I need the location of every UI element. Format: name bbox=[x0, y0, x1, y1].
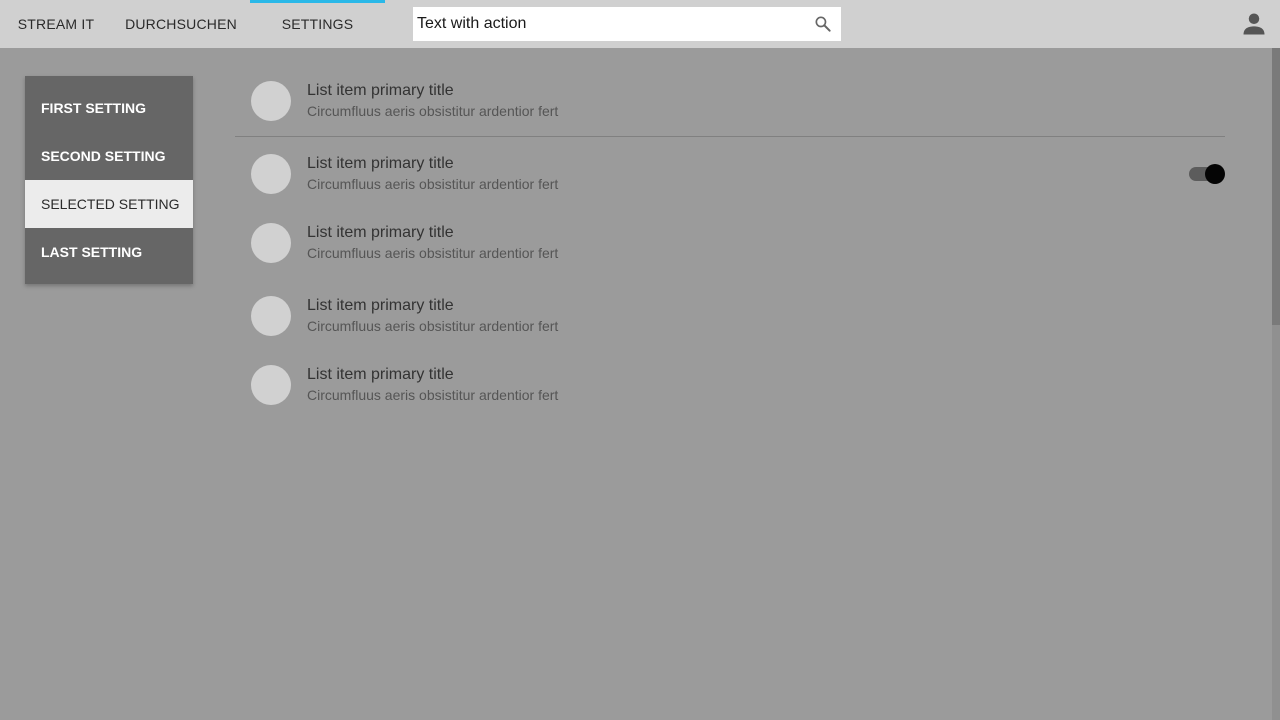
avatar bbox=[251, 223, 291, 263]
list-item[interactable]: List item primary title Circumfluus aeri… bbox=[235, 350, 1225, 420]
avatar bbox=[251, 365, 291, 405]
list-item-subtitle: Circumfluus aeris obsistitur ardentior f… bbox=[307, 318, 559, 334]
toggle-thumb bbox=[1205, 164, 1225, 184]
menu-item-label: SELECTED SETTING bbox=[41, 196, 180, 212]
vertical-scrollbar[interactable] bbox=[1272, 48, 1280, 720]
search-icon[interactable] bbox=[813, 14, 833, 34]
settings-menu: FIRST SETTING SECOND SETTING SELECTED SE… bbox=[25, 76, 193, 284]
menu-item-label: LAST SETTING bbox=[41, 244, 143, 260]
tab-label: SETTINGS bbox=[281, 16, 354, 32]
list-item-title: List item primary title bbox=[307, 155, 454, 172]
list-item-subtitle: Circumfluus aeris obsistitur ardentior f… bbox=[307, 387, 559, 403]
list-item[interactable]: List item primary title Circumfluus aeri… bbox=[235, 66, 1225, 137]
scrollbar-thumb[interactable] bbox=[1272, 48, 1280, 325]
menu-item-last-setting[interactable]: LAST SETTING bbox=[25, 228, 193, 276]
tab-durchsuchen[interactable]: DURCHSUCHEN bbox=[112, 0, 250, 48]
tab-label: STREAM IT bbox=[17, 16, 95, 32]
list-item-subtitle: Circumfluus aeris obsistitur ardentior f… bbox=[307, 176, 559, 192]
toggle-switch[interactable] bbox=[1187, 164, 1225, 184]
avatar bbox=[251, 81, 291, 121]
search-input[interactable] bbox=[413, 7, 803, 41]
divider bbox=[235, 136, 1225, 137]
list-item-subtitle: Circumfluus aeris obsistitur ardentior f… bbox=[307, 245, 559, 261]
list-item[interactable]: List item primary title Circumfluus aeri… bbox=[235, 208, 1225, 278]
menu-item-label: SECOND SETTING bbox=[41, 148, 166, 164]
list-item-title: List item primary title bbox=[307, 224, 454, 241]
avatar bbox=[251, 154, 291, 194]
tab-settings[interactable]: SETTINGS bbox=[250, 0, 385, 48]
search-field bbox=[413, 7, 841, 41]
menu-item-second-setting[interactable]: SECOND SETTING bbox=[25, 132, 193, 180]
tab-label: DURCHSUCHEN bbox=[125, 16, 237, 32]
list-item[interactable]: List item primary title Circumfluus aeri… bbox=[235, 281, 1225, 351]
list-item-subtitle: Circumfluus aeris obsistitur ardentior f… bbox=[307, 103, 559, 119]
tab-stream-it[interactable]: STREAM IT bbox=[0, 0, 112, 48]
list-item-title: List item primary title bbox=[307, 297, 454, 314]
account-icon[interactable] bbox=[1240, 10, 1268, 38]
list-item-title: List item primary title bbox=[307, 366, 454, 383]
avatar bbox=[251, 296, 291, 336]
top-app-bar: STREAM IT DURCHSUCHEN SETTINGS bbox=[0, 0, 1280, 48]
menu-item-first-setting[interactable]: FIRST SETTING bbox=[25, 84, 193, 132]
list-item[interactable]: List item primary title Circumfluus aeri… bbox=[235, 139, 1225, 209]
list-item-title: List item primary title bbox=[307, 82, 454, 99]
menu-item-selected-setting[interactable]: SELECTED SETTING bbox=[25, 180, 193, 228]
menu-item-label: FIRST SETTING bbox=[41, 100, 146, 116]
